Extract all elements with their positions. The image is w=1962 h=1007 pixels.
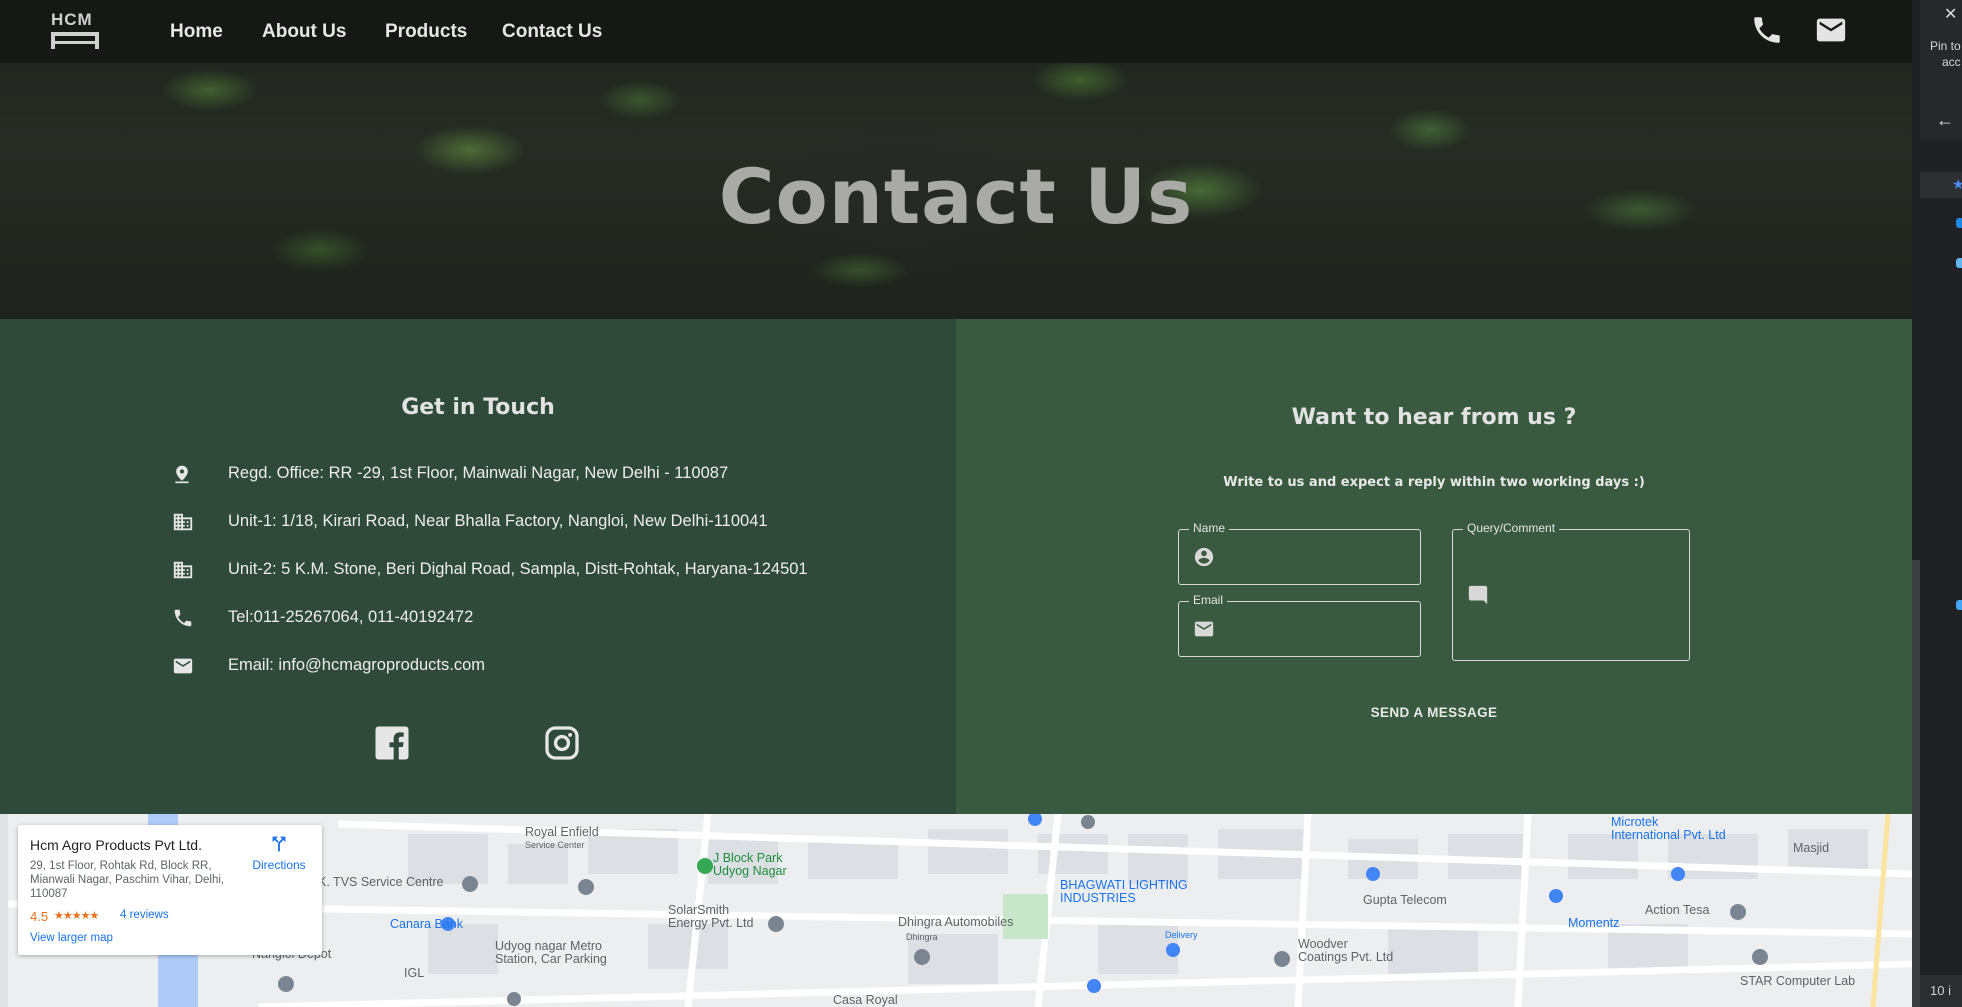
contact-office-text: Regd. Office: RR -29, 1st Floor, Mainwal… [228, 464, 729, 482]
map-info-card: Hcm Agro Products Pvt Ltd. 29, 1st Floor… [18, 825, 322, 955]
contact-row-unit2: Unit-2: 5 K.M. Stone, Beri Dighal Road, … [0, 557, 900, 583]
contact-phone-text: Tel:011-25267064, 011-40192472 [228, 608, 474, 626]
map-label: Momentz [1568, 916, 1620, 930]
logo[interactable]: HCM [50, 10, 102, 50]
bird-icon [1956, 600, 1962, 610]
get-in-touch-panel: Get in Touch Regd. Office: RR -29, 1st F… [0, 319, 956, 814]
query-comment-field[interactable]: Query/Comment [1452, 521, 1690, 661]
nav-contact-us[interactable]: Contact Us [502, 21, 602, 43]
page-title: Contact Us [718, 152, 1194, 241]
map-label: Dhingra Automobiles [898, 915, 1014, 929]
building-icon [173, 513, 193, 531]
scrollbar[interactable] [1912, 560, 1920, 1007]
navbar: HCM Home About Us Products Contact Us [0, 0, 1912, 63]
account-circle-icon [1194, 547, 1214, 567]
bed-logo-icon [51, 32, 99, 49]
directions-icon [272, 836, 286, 852]
building-icon [173, 561, 193, 579]
email-field-label: Email [1189, 593, 1228, 607]
map-label: Dhingra [906, 932, 938, 942]
contact-row-office: Regd. Office: RR -29, 1st Floor, Mainwal… [0, 461, 900, 487]
logo-text: HCM [51, 10, 93, 29]
contact-unit2-text: Unit-2: 5 K.M. Stone, Beri Dighal Road, … [228, 560, 808, 578]
view-larger-map-link[interactable]: View larger map [30, 932, 113, 944]
map-label: Masjid [1793, 841, 1830, 855]
map-reviews-link[interactable]: 4 reviews [120, 909, 169, 921]
query-field-label: Query/Comment [1463, 521, 1560, 535]
name-field-label: Name [1189, 521, 1230, 535]
form-heading: Want to hear from us ? [1291, 405, 1577, 430]
map-address: 29, 1st Floor, Rohtak Rd, Block RR, Mian… [30, 860, 225, 900]
cloud-icon [1956, 218, 1962, 228]
map-label: IGL [404, 966, 425, 980]
email-icon[interactable] [1812, 13, 1850, 47]
map-label: Woodver Coatings Pvt. Ltd [1298, 937, 1394, 964]
close-icon[interactable]: ✕ [1944, 4, 1957, 24]
back-arrow-icon[interactable]: ← [1936, 110, 1954, 131]
map-label: Casa Royal [833, 993, 898, 1007]
map-label: Gupta Telecom [1363, 893, 1447, 907]
send-message-button[interactable]: SEND A MESSAGE [956, 705, 1912, 720]
hero-banner: HCM Home About Us Products Contact Us Co… [0, 0, 1912, 319]
phone-icon[interactable] [1750, 13, 1784, 47]
comment-icon [1468, 585, 1488, 605]
email-field[interactable]: Email [1178, 593, 1421, 657]
map-label: Microtek International Pvt. Ltd [1611, 815, 1726, 842]
nav-about-us[interactable]: About Us [262, 21, 346, 43]
location-pin-icon [175, 465, 189, 484]
pin-to-access-text: Pin to acc [1930, 39, 1961, 69]
email-icon [173, 658, 193, 674]
map-label: Udyog nagar Metro Station, Car Parking [495, 939, 607, 966]
map-place-name: Hcm Agro Products Pvt Ltd. [30, 837, 202, 853]
phone-icon [174, 609, 192, 627]
form-subtext: Write to us and expect a reply within tw… [1223, 475, 1645, 490]
contact-email-text: Email: info@hcmagroproducts.com [228, 656, 486, 674]
directions-button[interactable]: Directions [244, 833, 314, 872]
map-label: Action Tesa [1645, 903, 1710, 917]
map-label: BHAGWATI LIGHTING INDUSTRIES [1060, 878, 1188, 905]
map-label: Canara Bank [390, 917, 463, 931]
nav-products[interactable]: Products [385, 21, 467, 43]
map-label: STAR Computer Lab [1740, 974, 1856, 988]
app-icon [1956, 258, 1962, 268]
contact-form-panel: Want to hear from us ? Write to us and e… [956, 319, 1912, 814]
map-label: Delivery [1165, 930, 1198, 940]
map-label: K. TVS Service Centre [318, 875, 444, 889]
map-label: Royal Enfield Service Center [525, 825, 599, 851]
map-label: J Block Park Udyog Nagar [713, 851, 787, 878]
instagram-icon[interactable] [544, 725, 580, 761]
star-rating-icon: ★★★★★ [54, 910, 99, 922]
contact-row-phone: Tel:011-25267064, 011-40192472 [0, 605, 900, 631]
map-label: SolarSmith Energy Pvt. Ltd [668, 903, 754, 930]
name-field[interactable]: Name [1178, 521, 1421, 585]
nav-home[interactable]: Home [170, 21, 223, 43]
contact-row-unit1: Unit-1: 1/18, Kirari Road, Near Bhalla F… [0, 509, 900, 535]
page: HCM Home About Us Products Contact Us Co… [0, 0, 1912, 1007]
contact-row-email: Email: info@hcmagroproducts.com [0, 653, 900, 679]
get-in-touch-heading: Get in Touch [401, 395, 555, 420]
map-rating: 4.5 [30, 909, 49, 924]
facebook-icon[interactable] [374, 725, 410, 761]
star-icon: ★ [1952, 176, 1962, 192]
directions-label: Directions [252, 858, 306, 872]
browser-side-panel: ✕ Pin to acc ← ★ 10 i [1912, 0, 1962, 1007]
contact-unit1-text: Unit-1: 1/18, Kirari Road, Near Bhalla F… [228, 512, 768, 530]
email-icon [1194, 621, 1214, 637]
side-panel-footer: 10 i [1920, 975, 1962, 1007]
